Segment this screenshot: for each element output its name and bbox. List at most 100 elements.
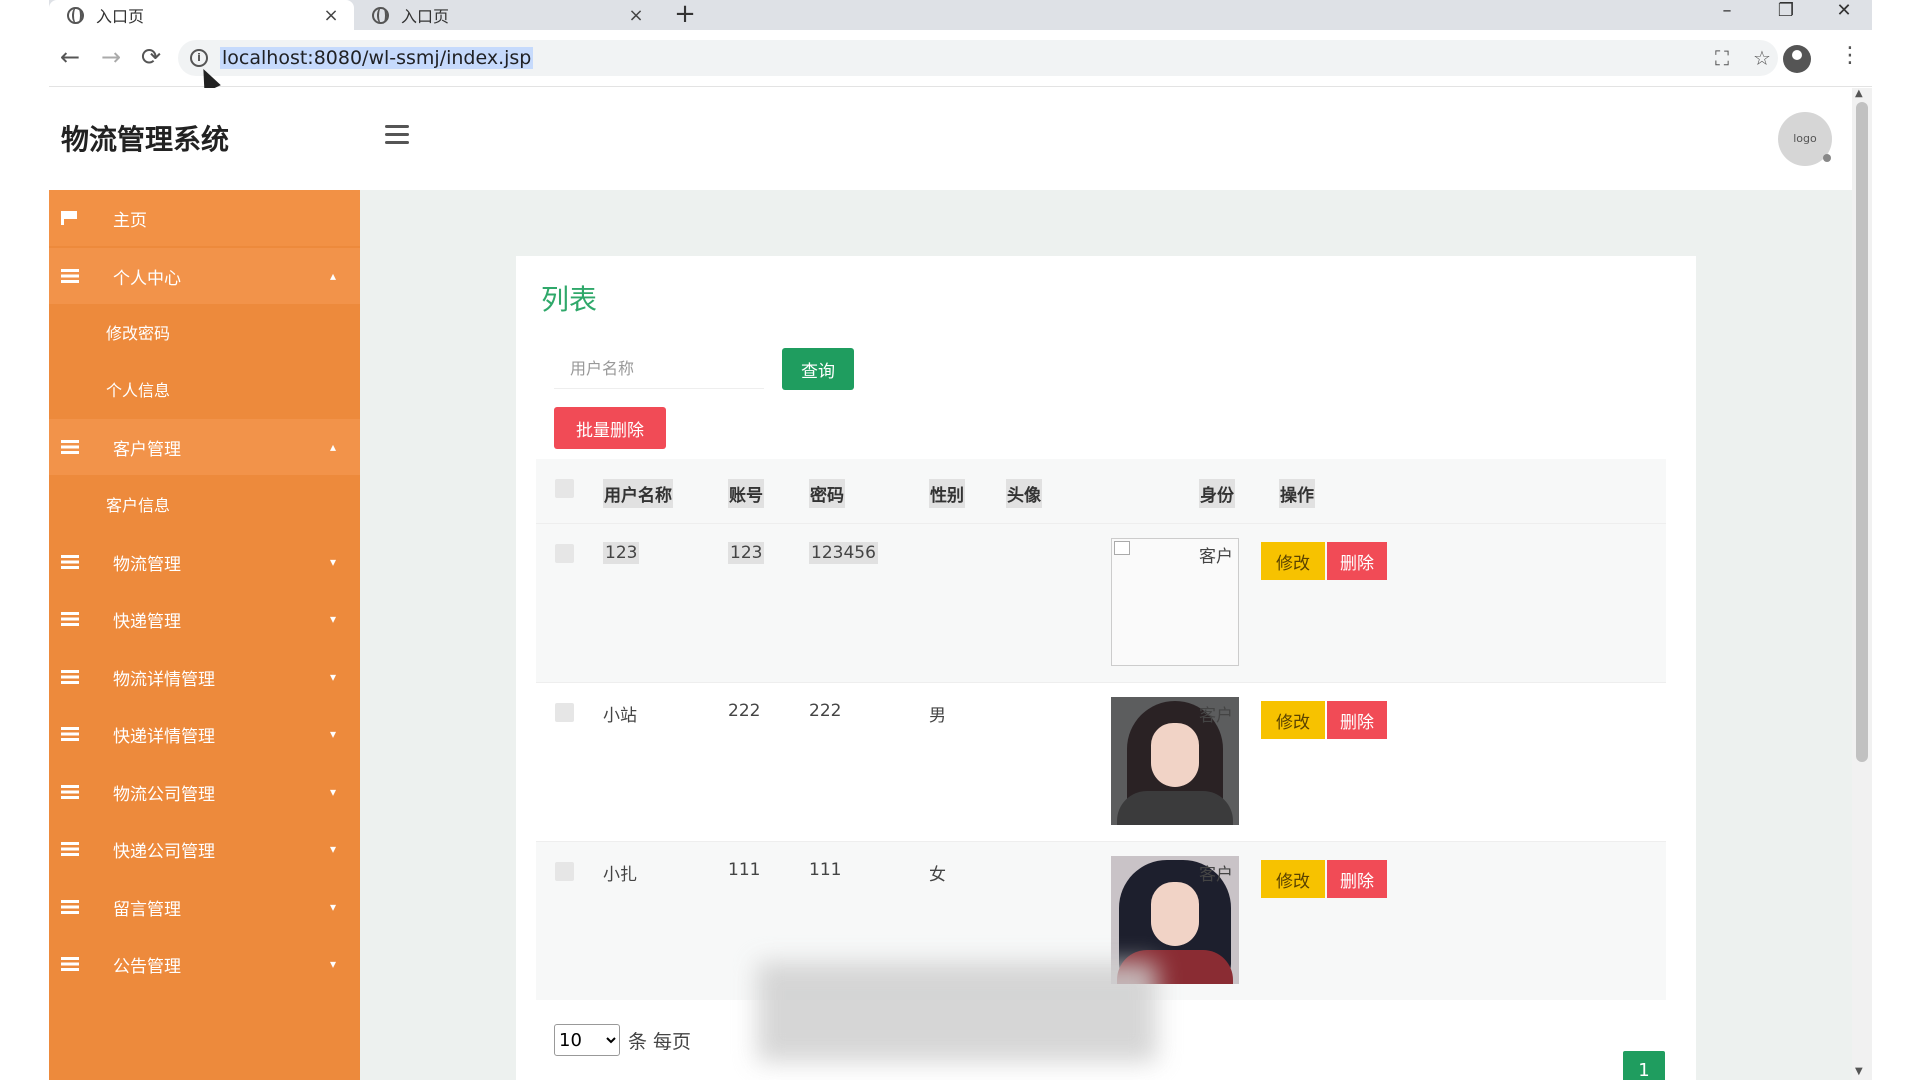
row-checkbox[interactable] <box>555 544 574 563</box>
chevron-down-icon: ▾ <box>330 842 337 856</box>
cell-password: 111 <box>809 860 842 880</box>
sidebar-item-express[interactable]: 快递管理 ▾ <box>49 591 360 647</box>
page-size-select[interactable]: 10 <box>554 1024 620 1056</box>
extension-icon[interactable]: ⛶ <box>1708 46 1736 70</box>
main-content: 列表 查询 批量删除 用户名称 账号 密码 性别 头像 身份 操作 <box>360 190 1852 1080</box>
chevron-down-icon: ▾ <box>330 785 337 799</box>
forward-button[interactable]: → <box>95 42 127 74</box>
grid-icon <box>61 727 79 741</box>
cell-role: 客户 <box>1199 706 1233 726</box>
sidebar-item-express-details[interactable]: 快递详情管理 ▾ <box>49 706 360 762</box>
cell-username: 123 <box>603 542 640 564</box>
new-tab-button[interactable]: + <box>670 0 700 30</box>
tab-bar: 入口页 × 入口页 × + – ❐ ✕ <box>49 0 1872 30</box>
edit-button[interactable]: 修改 <box>1261 701 1325 739</box>
cell-account: 123 <box>728 542 765 564</box>
profile-icon[interactable] <box>1783 45 1811 73</box>
status-dot <box>1823 154 1831 162</box>
grid-icon <box>61 785 79 799</box>
delete-button[interactable]: 删除 <box>1327 542 1387 580</box>
scroll-thumb[interactable] <box>1856 102 1868 762</box>
scroll-down-icon[interactable]: ▼ <box>1855 1066 1863 1077</box>
sidebar-item-logistics-details[interactable]: 物流详情管理 ▾ <box>49 649 360 705</box>
delete-button[interactable]: 删除 <box>1327 860 1387 898</box>
table-row: 123 123 123456 客户 修改 删除 <box>536 523 1666 682</box>
hamburger-menu-icon[interactable] <box>385 125 409 145</box>
bulk-delete-button[interactable]: 批量删除 <box>554 407 666 449</box>
edit-button[interactable]: 修改 <box>1261 542 1325 580</box>
sidebar-item-label: 个人中心 <box>113 268 181 289</box>
screen: 入口页 × 入口页 × + – ❐ ✕ ← → ⟳ i localhost:80… <box>0 0 1920 1080</box>
sidebar-item-express-company[interactable]: 快递公司管理 ▾ <box>49 821 360 877</box>
globe-icon <box>67 6 84 24</box>
url-text[interactable]: localhost:8080/wl-ssmj/index.jsp <box>220 47 534 69</box>
per-page-label: 条 每页 <box>628 1030 692 1053</box>
address-bar[interactable]: i localhost:8080/wl-ssmj/index.jsp ⛶ ☆ <box>178 40 1778 76</box>
minimize-button[interactable]: – <box>1707 0 1747 26</box>
browser-tab[interactable]: 入口页 × <box>354 0 659 30</box>
reload-button[interactable]: ⟳ <box>135 42 167 74</box>
sidebar-subitem-personal-info[interactable]: 个人信息 <box>49 361 360 417</box>
app-header: 物流管理系统 logo <box>49 88 1852 190</box>
sidebar: 主页 个人中心 ▴ 修改密码 个人信息 客户管理 ▴ 客户信息 物流管理 ▾ 快… <box>49 190 360 1080</box>
sidebar-item-announcements[interactable]: 公告管理 ▾ <box>49 936 360 992</box>
sidebar-item-label: 主页 <box>113 210 147 231</box>
sidebar-item-logistics[interactable]: 物流管理 ▾ <box>49 534 360 590</box>
grid-icon <box>61 670 79 684</box>
bookmark-star-icon[interactable]: ☆ <box>1748 46 1776 70</box>
sidebar-item-messages[interactable]: 留言管理 ▾ <box>49 879 360 935</box>
username-search-input[interactable] <box>554 349 764 389</box>
tab-title: 入口页 <box>401 7 450 26</box>
sidebar-subitem-customer-info[interactable]: 客户信息 <box>49 476 360 532</box>
pagination-size: 10 条 每页 <box>554 1024 691 1056</box>
page-scrollbar[interactable]: ▲ ▼ <box>1852 88 1872 1080</box>
sidebar-item-logistics-company[interactable]: 物流公司管理 ▾ <box>49 764 360 820</box>
cell-password: 222 <box>809 701 842 721</box>
sidebar-item-customer-management[interactable]: 客户管理 ▴ <box>49 419 360 475</box>
grid-icon <box>61 440 79 454</box>
row-checkbox[interactable] <box>555 862 574 881</box>
back-button[interactable]: ← <box>54 42 86 74</box>
column-header: 用户名称 <box>603 479 673 508</box>
column-header: 头像 <box>1006 479 1042 508</box>
select-all-checkbox[interactable] <box>555 479 574 498</box>
cell-account: 111 <box>728 860 761 880</box>
sidebar-item-home[interactable]: 主页 <box>49 190 360 246</box>
chevron-down-icon: ▾ <box>330 612 337 626</box>
cell-username: 小站 <box>603 706 637 726</box>
sidebar-item-personal-center[interactable]: 个人中心 ▴ <box>49 248 360 304</box>
page-number-button[interactable]: 1 <box>1623 1051 1665 1080</box>
restore-button[interactable]: ❐ <box>1766 0 1806 26</box>
flag-icon <box>61 211 79 225</box>
tab-close-icon[interactable]: × <box>320 5 342 26</box>
grid-icon <box>61 900 79 914</box>
column-header: 性别 <box>929 479 965 508</box>
info-icon[interactable]: i <box>190 49 208 67</box>
sidebar-item-label: 快递管理 <box>113 611 181 632</box>
left-margin <box>0 0 49 1080</box>
browser-menu-icon[interactable]: ⋮ <box>1839 43 1861 68</box>
column-header: 账号 <box>728 479 764 508</box>
row-checkbox[interactable] <box>555 703 574 722</box>
sidebar-item-label: 快递详情管理 <box>113 726 215 747</box>
right-margin <box>1872 0 1920 1080</box>
query-button[interactable]: 查询 <box>782 348 854 390</box>
blurred-overlay <box>757 962 1157 1062</box>
edit-button[interactable]: 修改 <box>1261 860 1325 898</box>
sidebar-subitem-change-password[interactable]: 修改密码 <box>49 304 360 360</box>
chevron-down-icon: ▾ <box>330 670 337 684</box>
delete-button[interactable]: 删除 <box>1327 701 1387 739</box>
sidebar-item-label: 物流公司管理 <box>113 784 215 805</box>
sidebar-item-label: 留言管理 <box>113 899 181 920</box>
cell-role: 客户 <box>1199 865 1233 885</box>
window-close-button[interactable]: ✕ <box>1824 0 1864 26</box>
chevron-down-icon: ▾ <box>330 957 337 971</box>
tab-close-icon[interactable]: × <box>625 5 647 26</box>
chevron-up-icon: ▴ <box>330 440 337 454</box>
cell-role: 客户 <box>1199 547 1233 567</box>
scroll-up-icon[interactable]: ▲ <box>1855 88 1863 99</box>
browser-tab-active[interactable]: 入口页 × <box>49 0 354 30</box>
grid-icon <box>61 957 79 971</box>
chevron-up-icon: ▴ <box>330 269 337 283</box>
cell-gender: 男 <box>929 706 946 726</box>
